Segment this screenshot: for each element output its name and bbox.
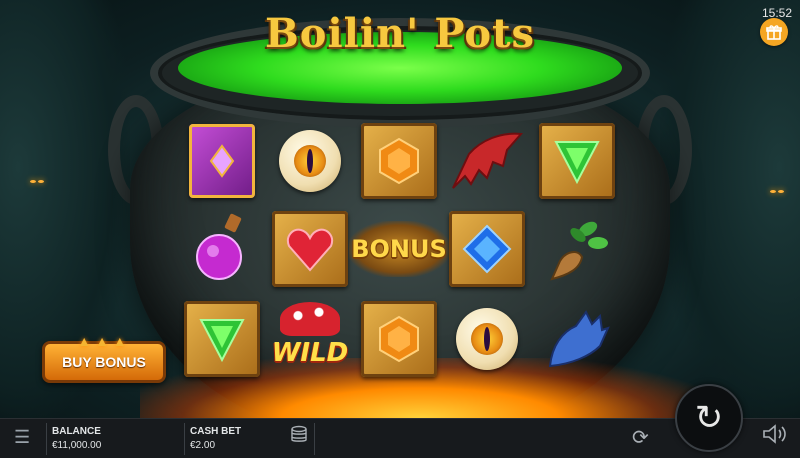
symbol-wild: WILD	[270, 300, 350, 378]
cash-bet-value: €2.00	[190, 440, 216, 451]
buy-bonus-button[interactable]: ▲▲▲ BUY BONUS	[42, 333, 166, 383]
balance-value: €11,000.00	[52, 440, 102, 451]
gift-icon[interactable]	[760, 18, 788, 46]
flame-icon: ▲▲▲	[77, 333, 131, 349]
symbol-red-heart-gem	[270, 210, 350, 288]
bonus-symbol-label: BONUS	[349, 221, 449, 277]
game-logo: Boilin' Pots	[264, 10, 535, 57]
symbol-blue-claw	[537, 300, 617, 378]
symbol-golden-eyeball	[447, 300, 527, 378]
coin-stack-icon[interactable]	[290, 425, 308, 448]
symbol-purple-spellbook	[182, 122, 262, 200]
symbol-red-bat-wing	[447, 122, 527, 200]
symbol-golden-eyeball	[270, 122, 350, 200]
balance-label: BALANCE	[52, 426, 101, 437]
speaker-icon[interactable]	[762, 424, 788, 450]
glowing-eyes	[38, 180, 44, 183]
symbol-orange-gem	[359, 122, 439, 200]
glowing-eyes	[770, 190, 776, 193]
buy-bonus-label: BUY BONUS	[62, 354, 146, 370]
hamburger-menu-icon[interactable]: ☰	[14, 428, 34, 446]
wild-symbol-label: WILD	[271, 338, 349, 368]
symbol-green-gem	[537, 122, 617, 200]
spin-button[interactable]: ↻	[675, 384, 743, 452]
divider	[314, 423, 315, 455]
symbol-green-gem	[182, 300, 262, 378]
refresh-arrows-icon[interactable]: ⟳	[632, 425, 649, 450]
symbol-pink-potion	[182, 210, 262, 288]
divider	[184, 423, 185, 455]
divider	[46, 423, 47, 455]
glowing-eyes	[30, 180, 36, 183]
forest-right	[660, 0, 800, 418]
reel-grid: BONUS WILD	[180, 122, 625, 384]
symbol-mandrake-root	[537, 210, 617, 288]
symbol-blue-gem	[447, 210, 527, 288]
glowing-eyes	[778, 190, 784, 193]
symbol-bonus: BONUS	[349, 210, 449, 288]
spin-arrow-icon: ↻	[694, 399, 724, 437]
cash-bet-label: CASH BET	[190, 426, 242, 437]
symbol-orange-gem	[359, 300, 439, 378]
